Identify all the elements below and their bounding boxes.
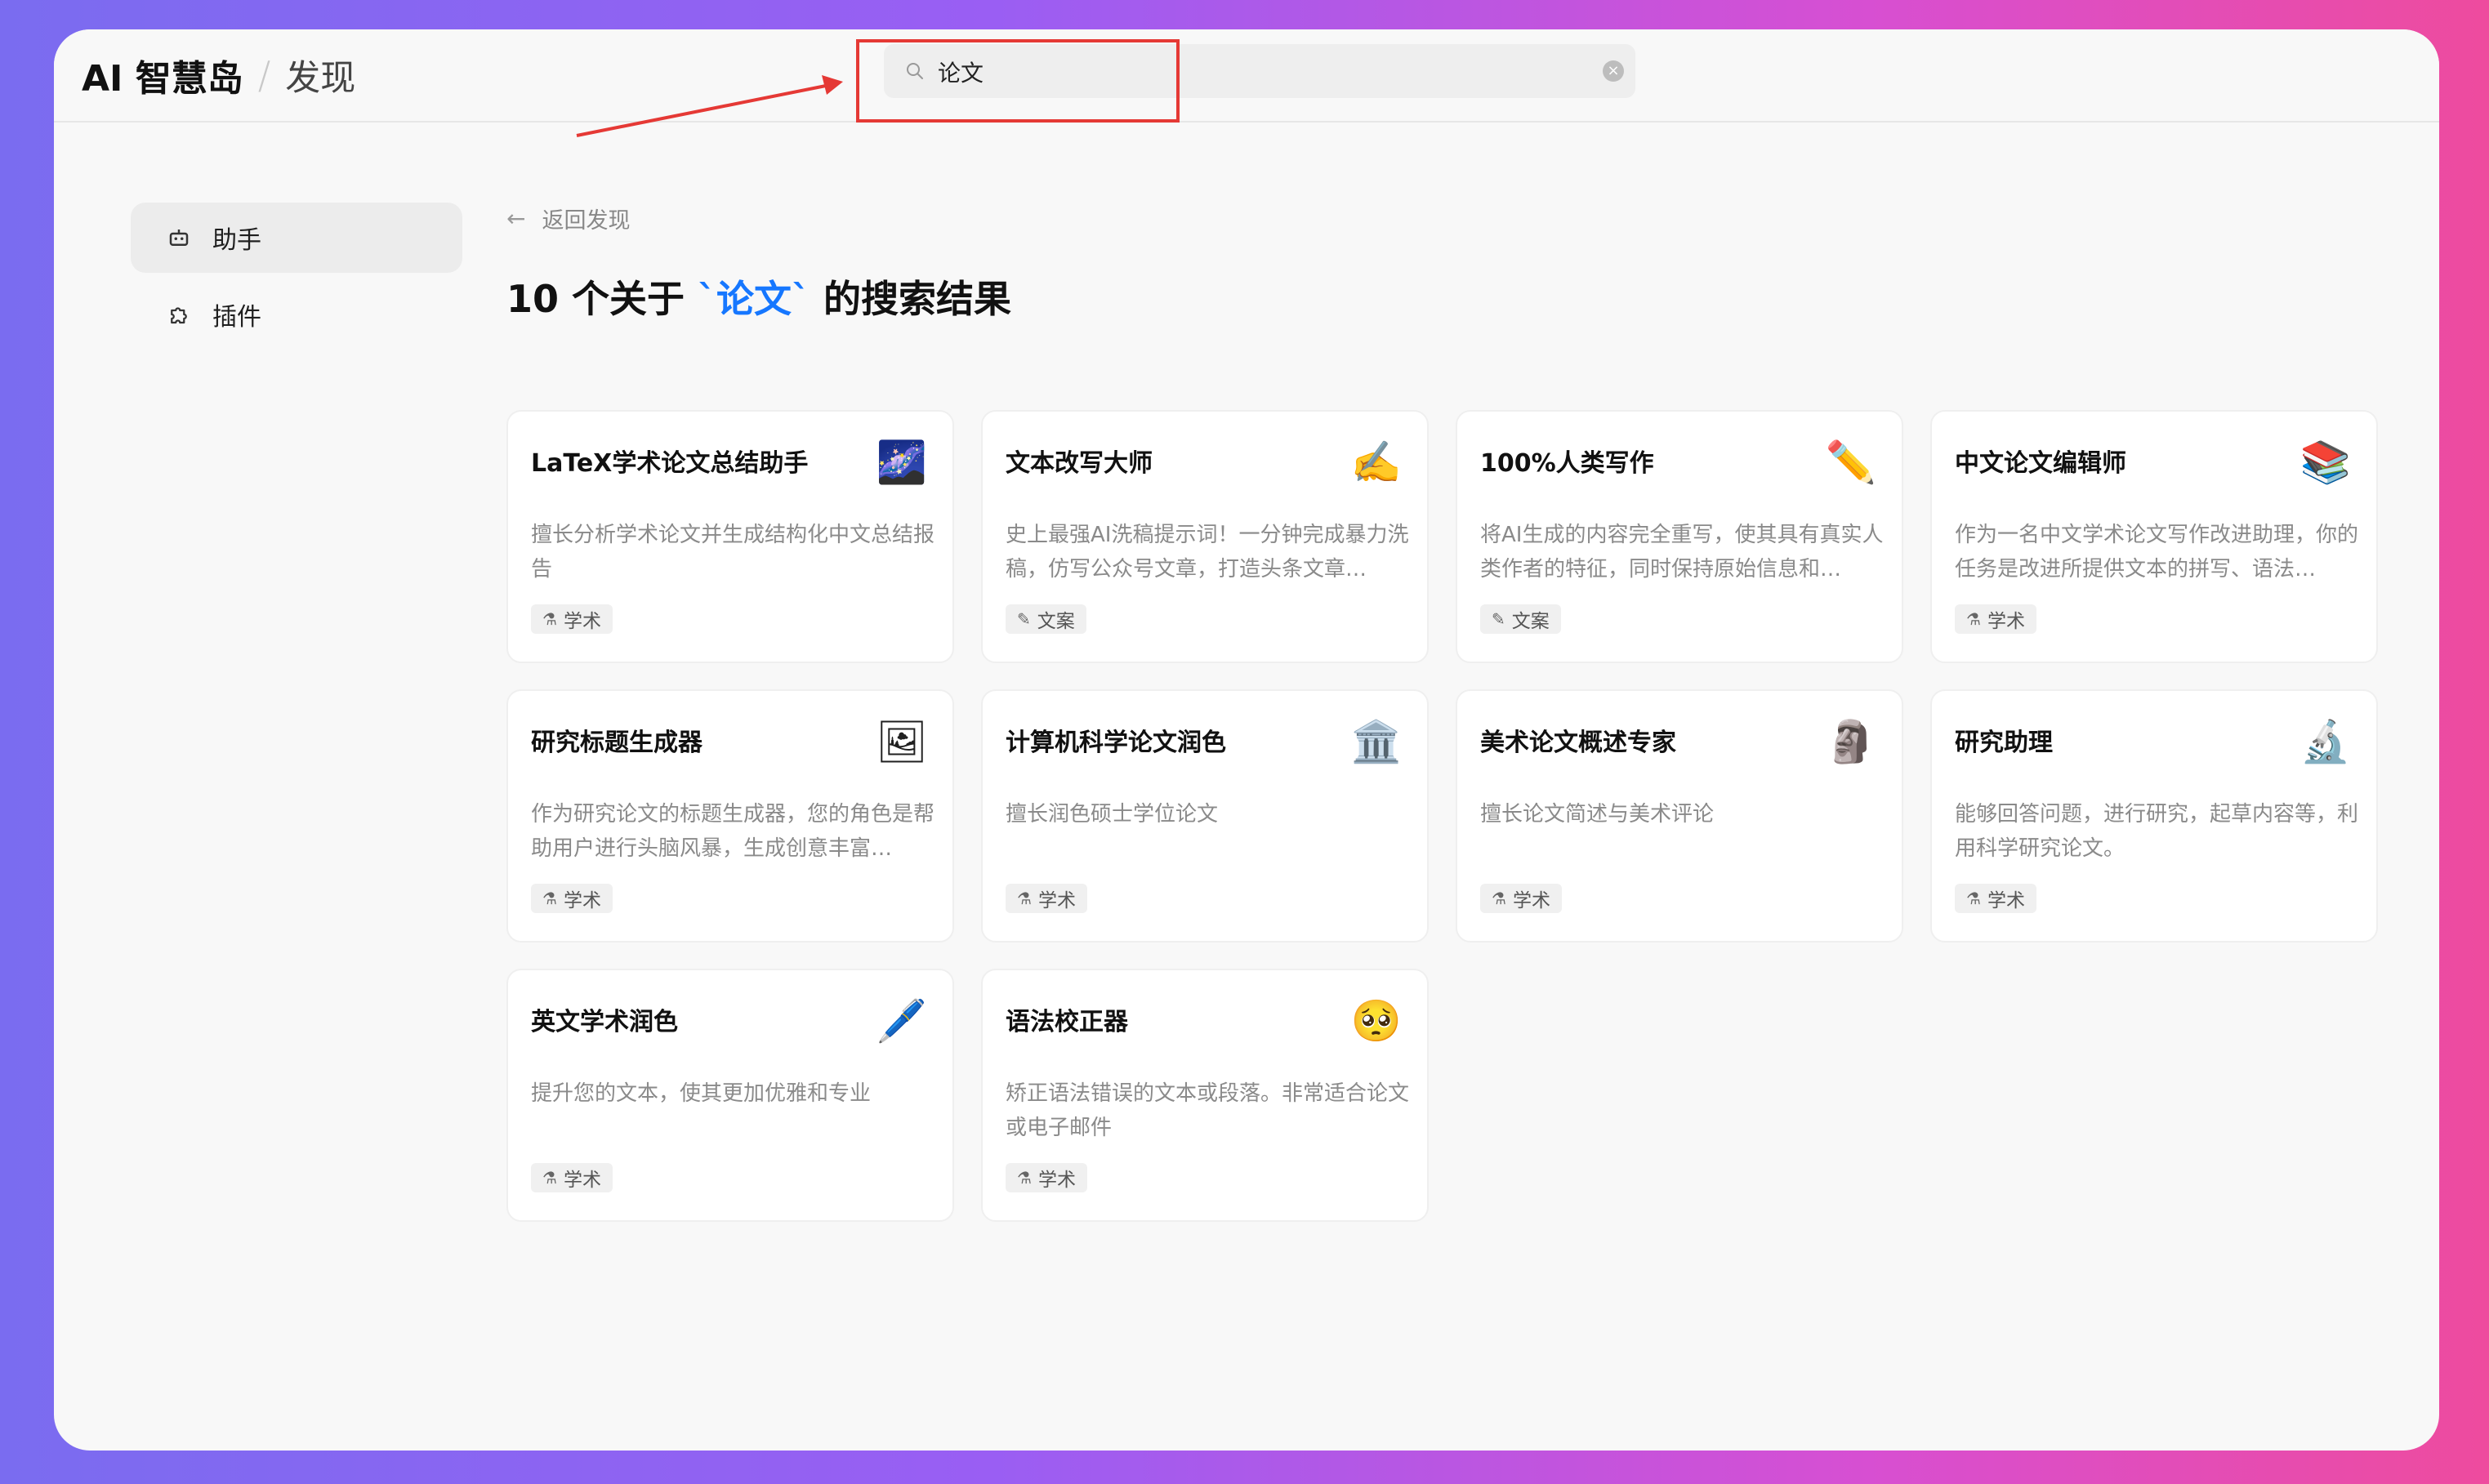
category-tag[interactable]: ⚗ 学术 [1006, 884, 1087, 913]
tag-label: 学术 [563, 611, 601, 632]
sidebar-item-label: 插件 [212, 303, 261, 332]
pencil-tag-icon: ✎ [1017, 609, 1031, 629]
tag-label: 学术 [1037, 890, 1076, 911]
category-tag[interactable]: ⚗ 学术 [1955, 884, 2036, 913]
category-tag[interactable]: ✎ 文案 [1480, 604, 1561, 634]
card-title: 语法校正器 [1006, 1008, 1128, 1036]
breadcrumb-separator: / [257, 53, 271, 97]
scholar-tag-icon: ⚗ [542, 609, 557, 629]
breadcrumb: AI 智慧岛 / 发现 [82, 49, 355, 101]
sidebar-item-plugin[interactable]: 插件 [131, 279, 462, 350]
app-window: AI 智慧岛 / 发现 论文 × 助手 插件 ← 返回发现 10 个关于 `论文… [54, 29, 2439, 1451]
tag-label: 文案 [1511, 611, 1550, 632]
breadcrumb-section[interactable]: 发现 [285, 50, 355, 100]
card-description: 将AI生成的内容完全重写，使其具有真实人类作者的特征，同时保持原始信息和… [1480, 523, 1884, 582]
assistant-card[interactable]: 研究助理 🔬 能够回答问题，进行研究，起草内容等，利用科学研究论文。 ⚗ 学术 [1930, 689, 2378, 943]
scholar-tag-icon: ⚗ [1492, 889, 1506, 908]
tag-label: 学术 [1512, 890, 1550, 911]
assistant-card[interactable]: 100%人类写作 ✏️ 将AI生成的内容完全重写，使其具有真实人类作者的特征，同时保… [1456, 410, 1903, 663]
clear-search-icon[interactable]: × [1603, 60, 1624, 82]
tag-label: 学术 [1037, 1170, 1076, 1191]
tag-label: 学术 [1987, 890, 2025, 911]
page-title: 10 个关于 `论文` 的搜索结果 [506, 277, 1012, 321]
puzzle-icon [171, 307, 187, 324]
card-description: 作为一名中文学术论文写作改进助理，你的任务是改进所提供文本的拼写、语法… [1955, 523, 2358, 582]
assistant-card[interactable]: 文本改写大师 ✍️ 史上最强AI洗稿提示词！一分钟完成暴力洗稿，仿写公众号文章，打造… [981, 410, 1429, 663]
card-description: 作为研究论文的标题生成器，您的角色是帮助用户进行头脑风暴，生成创意丰富… [531, 802, 934, 861]
tag-label: 学术 [563, 1170, 601, 1191]
annotation-highlight-box [856, 39, 1180, 123]
pen-icon: 🖊️ [876, 997, 928, 1045]
microscope-icon: 🔬 [2299, 718, 2352, 765]
card-title: 中文论文编辑师 [1955, 449, 2126, 478]
category-tag[interactable]: ⚗ 学术 [1955, 604, 2036, 634]
scholar-tag-icon: ⚗ [1966, 889, 1981, 908]
card-description: 提升您的文本，使其更加优雅和专业 [531, 1081, 872, 1106]
back-link[interactable]: ← 返回发现 [506, 196, 2385, 240]
classical-building-icon: 🏛️ [1350, 718, 1403, 765]
card-title: 英文学术润色 [531, 1008, 678, 1036]
card-description: 史上最强AI洗稿提示词！一分钟完成暴力洗稿，仿写公众号文章，打造头条文章… [1006, 523, 1409, 582]
card-title: 研究标题生成器 [531, 729, 703, 757]
assistant-card-grid: LaTeX学术论文总结助手 🌌 擅长分析学术论文并生成结构化中文总结报告 ⚗ 学术 文本改… [506, 410, 2378, 1222]
moai-icon: 🗿 [1825, 718, 1877, 765]
card-title: 100%人类写作 [1480, 449, 1654, 478]
sidebar: 助手 插件 [131, 203, 462, 356]
search-keyword: `论文` [698, 277, 811, 321]
writing-hand-icon: ✍️ [1350, 439, 1403, 486]
tag-label: 文案 [1037, 611, 1075, 632]
tag-label: 学术 [1987, 611, 2025, 632]
sidebar-item-assistant[interactable]: 助手 [131, 203, 462, 273]
top-bar: AI 智慧岛 / 发现 论文 × [54, 29, 2439, 123]
tag-label: 学术 [563, 890, 601, 911]
scholar-tag-icon: ⚗ [1017, 889, 1032, 908]
galaxy-icon: 🌌 [876, 439, 928, 486]
assistant-card[interactable]: 中文论文编辑师 📚 作为一名中文学术论文写作改进助理，你的任务是改进所提供文本的拼写… [1930, 410, 2378, 663]
scholar-tag-icon: ⚗ [542, 889, 557, 908]
broken-image-icon: 🖼 [876, 718, 928, 765]
sidebar-item-label: 助手 [212, 226, 261, 255]
assistant-card[interactable]: 英文学术润色 🖊️ 提升您的文本，使其更加优雅和专业 ⚗ 学术 [506, 969, 954, 1222]
category-tag[interactable]: ✎ 文案 [1006, 604, 1086, 634]
pleading-face-icon: 🥺 [1350, 997, 1403, 1045]
assistant-card[interactable]: LaTeX学术论文总结助手 🌌 擅长分析学术论文并生成结构化中文总结报告 ⚗ 学术 [506, 410, 954, 663]
category-tag[interactable]: ⚗ 学术 [1006, 1163, 1087, 1192]
card-title: 文本改写大师 [1006, 449, 1153, 478]
assistant-card[interactable]: 美术论文概述专家 🗿 擅长论文简述与美术评论 ⚗ 学术 [1456, 689, 1903, 943]
robot-icon [169, 230, 189, 246]
pencil-icon: ✏️ [1825, 439, 1877, 486]
assistant-card[interactable]: 研究标题生成器 🖼 作为研究论文的标题生成器，您的角色是帮助用户进行头脑风暴，生成创… [506, 689, 954, 943]
scholar-tag-icon: ⚗ [1017, 1168, 1032, 1188]
card-description: 能够回答问题，进行研究，起草内容等，利用科学研究论文。 [1955, 802, 2358, 861]
card-title: 计算机科学论文润色 [1006, 729, 1226, 757]
card-title: 研究助理 [1955, 729, 2053, 757]
brand-name[interactable]: AI 智慧岛 [82, 49, 243, 101]
books-icon: 📚 [2299, 439, 2352, 486]
assistant-card[interactable]: 计算机科学论文润色 🏛️ 擅长润色硕士学位论文 ⚗ 学术 [981, 689, 1429, 943]
category-tag[interactable]: ⚗ 学术 [531, 884, 613, 913]
pencil-tag-icon: ✎ [1492, 609, 1505, 629]
card-description: 擅长分析学术论文并生成结构化中文总结报告 [531, 523, 934, 582]
card-description: 矫正语法错误的文本或段落。非常适合论文或电子邮件 [1006, 1081, 1409, 1140]
arrow-left-icon: ← [506, 204, 526, 232]
card-title: 美术论文概述专家 [1480, 729, 1676, 757]
category-tag[interactable]: ⚗ 学术 [1480, 884, 1562, 913]
scholar-tag-icon: ⚗ [1966, 609, 1981, 629]
back-label: 返回发现 [542, 207, 631, 234]
main-content: ← 返回发现 10 个关于 `论文` 的搜索结果 LaTeX学术论文总结助手 🌌 擅… [506, 196, 2385, 1222]
assistant-card[interactable]: 语法校正器 🥺 矫正语法错误的文本或段落。非常适合论文或电子邮件 ⚗ 学术 [981, 969, 1429, 1222]
category-tag[interactable]: ⚗ 学术 [531, 1163, 613, 1192]
category-tag[interactable]: ⚗ 学术 [531, 604, 613, 634]
card-description: 擅长润色硕士学位论文 [1006, 802, 1219, 827]
card-description: 擅长论文简述与美术评论 [1480, 802, 1715, 827]
scholar-tag-icon: ⚗ [542, 1168, 557, 1188]
card-title: LaTeX学术论文总结助手 [531, 449, 809, 478]
